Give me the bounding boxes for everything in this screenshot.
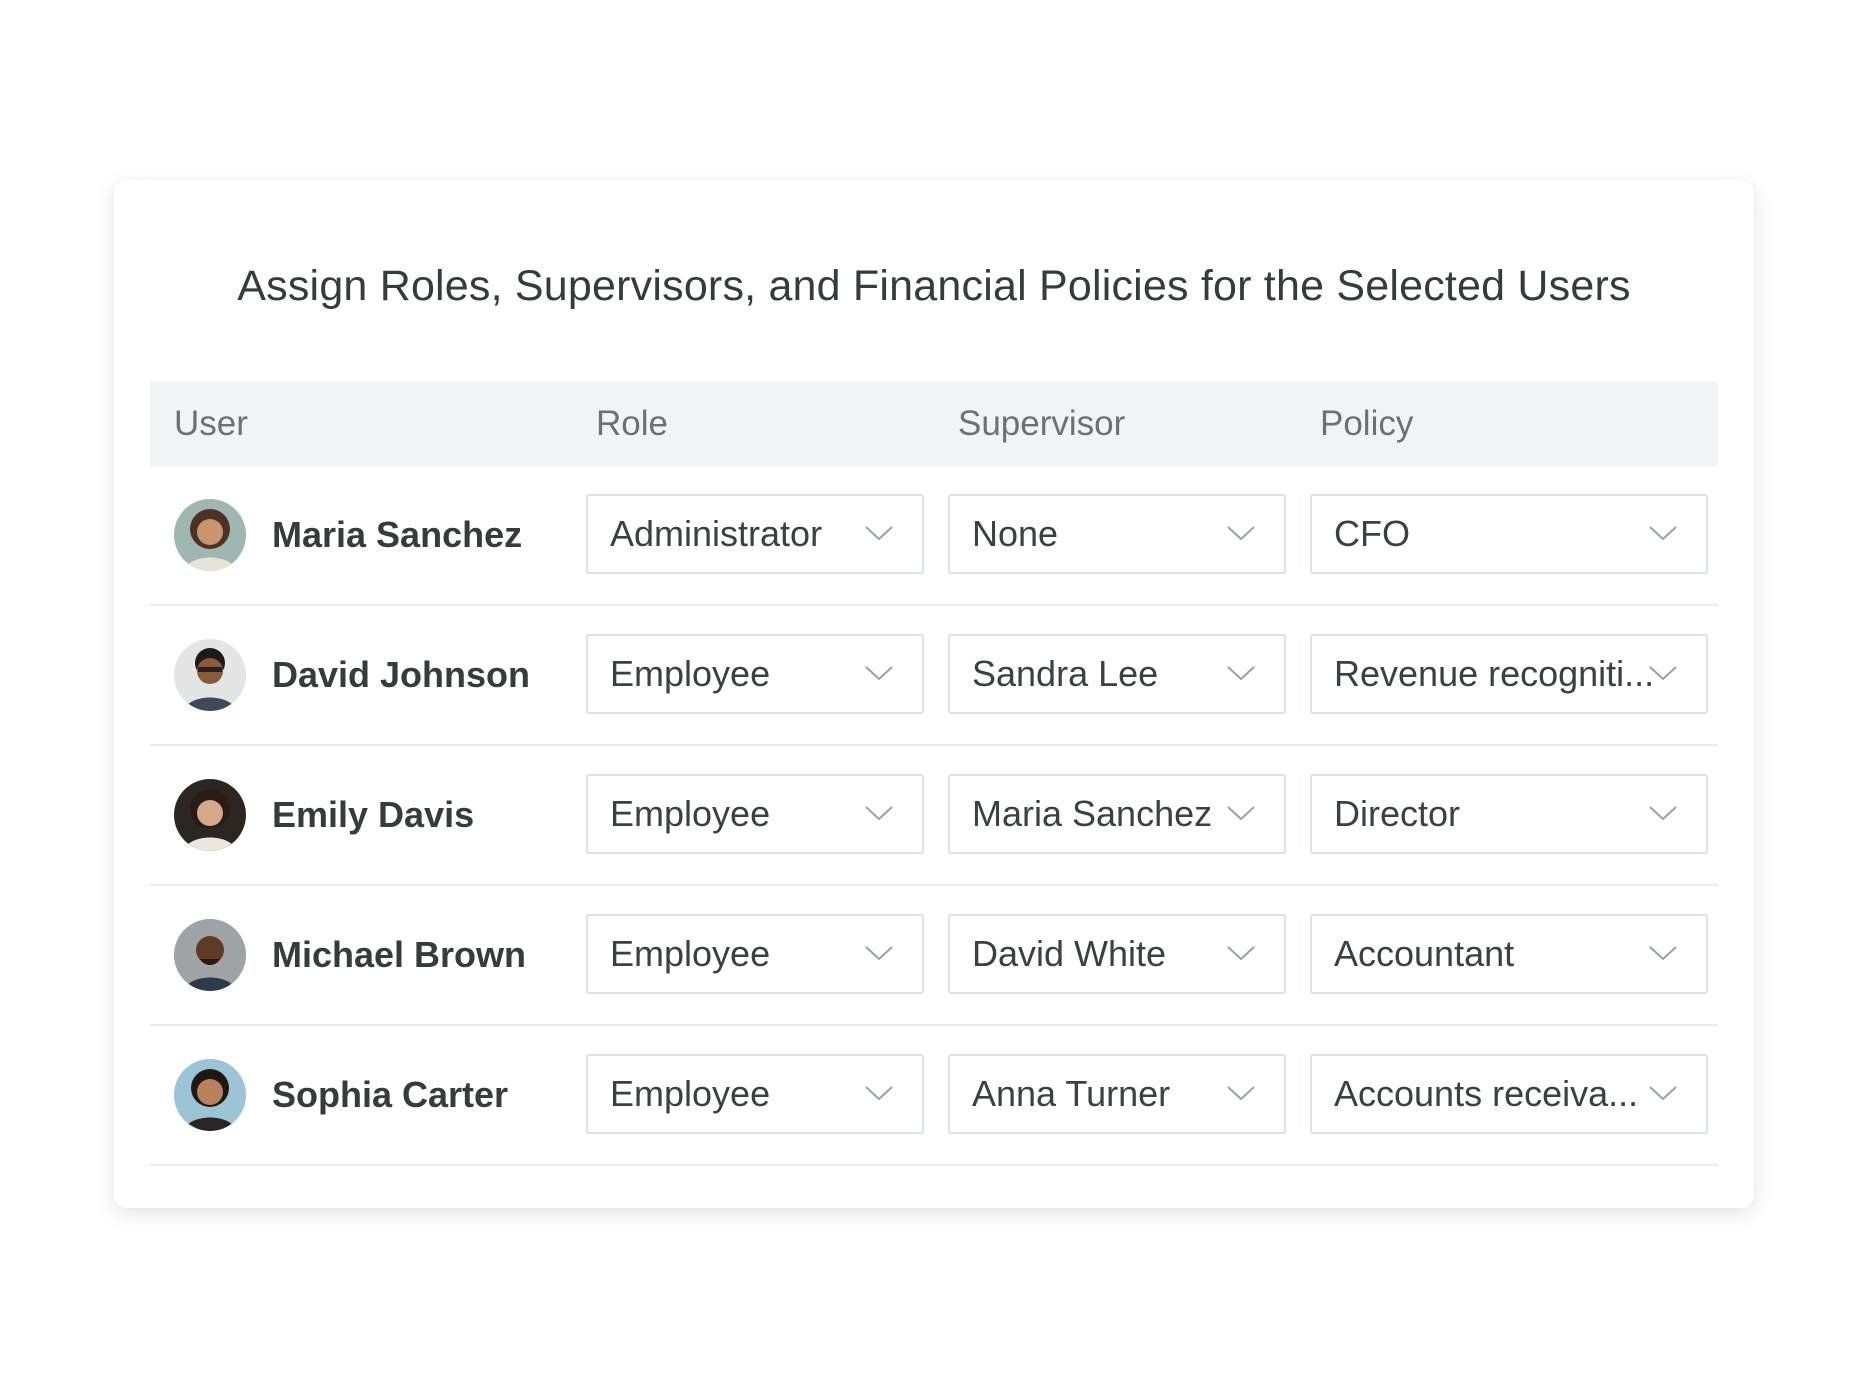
column-header-role: Role bbox=[596, 404, 668, 443]
role-select[interactable]: Employee bbox=[586, 634, 924, 714]
supervisor-select-value: None bbox=[972, 513, 1059, 554]
role-select-value: Administrator bbox=[610, 513, 823, 554]
chevron-down-icon bbox=[1227, 1086, 1255, 1101]
chevron-down-icon bbox=[865, 806, 893, 821]
chevron-down-icon bbox=[1227, 806, 1255, 821]
policy-select-value: Director bbox=[1334, 793, 1461, 834]
policy-select[interactable]: Accountant bbox=[1310, 914, 1708, 994]
avatar bbox=[174, 639, 246, 711]
table-header: User Role Supervisor Policy bbox=[150, 382, 1718, 466]
supervisor-select-value: David White bbox=[972, 933, 1167, 974]
supervisor-select[interactable]: David White bbox=[948, 914, 1286, 994]
supervisor-select[interactable]: Maria Sanchez bbox=[948, 774, 1286, 854]
chevron-down-icon bbox=[1649, 806, 1677, 821]
chevron-down-icon bbox=[865, 946, 893, 961]
role-select[interactable]: Employee bbox=[586, 1054, 924, 1134]
policy-select-value: Accounts receiva... bbox=[1334, 1073, 1639, 1114]
role-select-value: Employee bbox=[610, 793, 771, 834]
role-select[interactable]: Employee bbox=[586, 914, 924, 994]
chevron-down-icon bbox=[1649, 526, 1677, 541]
policy-select-value: Revenue recogniti... bbox=[1334, 653, 1655, 694]
role-select[interactable]: Administrator bbox=[586, 494, 924, 574]
policy-select[interactable]: CFO bbox=[1310, 494, 1708, 574]
dialog-title: Assign Roles, Supervisors, and Financial… bbox=[237, 262, 1631, 310]
users-table: User Role Supervisor Policy Maria Sanche… bbox=[150, 382, 1718, 1166]
user-name: Michael Brown bbox=[272, 934, 527, 975]
policy-select-value: Accountant bbox=[1334, 933, 1515, 974]
chevron-down-icon bbox=[1227, 666, 1255, 681]
table-row: Michael Brown Employee David White Accou… bbox=[150, 886, 1718, 1026]
supervisor-select[interactable]: Sandra Lee bbox=[948, 634, 1286, 714]
chevron-down-icon bbox=[865, 666, 893, 681]
policy-select[interactable]: Accounts receiva... bbox=[1310, 1054, 1708, 1134]
role-select-value: Employee bbox=[610, 1073, 771, 1114]
supervisor-select[interactable]: Anna Turner bbox=[948, 1054, 1286, 1134]
role-select[interactable]: Employee bbox=[586, 774, 924, 854]
chevron-down-icon bbox=[1649, 666, 1677, 681]
table-row: Sophia Carter Employee Anna Turner Accou… bbox=[150, 1026, 1718, 1166]
supervisor-select-value: Maria Sanchez bbox=[972, 793, 1213, 834]
avatar bbox=[174, 1059, 246, 1131]
policy-select-value: CFO bbox=[1334, 513, 1410, 554]
column-header-policy: Policy bbox=[1320, 404, 1414, 443]
chevron-down-icon bbox=[1227, 946, 1255, 961]
role-select-value: Employee bbox=[610, 933, 771, 974]
user-name: Emily Davis bbox=[272, 794, 475, 835]
column-header-user: User bbox=[174, 404, 248, 443]
avatar bbox=[174, 499, 246, 571]
policy-select[interactable]: Revenue recogniti... bbox=[1310, 634, 1708, 714]
avatar bbox=[174, 919, 246, 991]
column-header-supervisor: Supervisor bbox=[958, 404, 1126, 443]
supervisor-select-value: Anna Turner bbox=[972, 1073, 1171, 1114]
chevron-down-icon bbox=[1649, 1086, 1677, 1101]
assign-roles-dialog: Assign Roles, Supervisors, and Financial… bbox=[114, 180, 1754, 1208]
role-select-value: Employee bbox=[610, 653, 771, 694]
chevron-down-icon bbox=[1227, 526, 1255, 541]
table-row: David Johnson Employee Sandra Lee Revenu… bbox=[150, 606, 1718, 746]
chevron-down-icon bbox=[865, 1086, 893, 1101]
chevron-down-icon bbox=[865, 526, 893, 541]
avatar bbox=[174, 779, 246, 851]
supervisor-select-value: Sandra Lee bbox=[972, 653, 1159, 694]
user-name: Sophia Carter bbox=[272, 1074, 509, 1115]
user-name: David Johnson bbox=[272, 654, 531, 695]
supervisor-select[interactable]: None bbox=[948, 494, 1286, 574]
table-row: Maria Sanchez Administrator None CFO bbox=[150, 466, 1718, 606]
table-row: Emily Davis Employee Maria Sanchez Direc… bbox=[150, 746, 1718, 886]
user-name: Maria Sanchez bbox=[272, 514, 523, 555]
chevron-down-icon bbox=[1649, 946, 1677, 961]
policy-select[interactable]: Director bbox=[1310, 774, 1708, 854]
